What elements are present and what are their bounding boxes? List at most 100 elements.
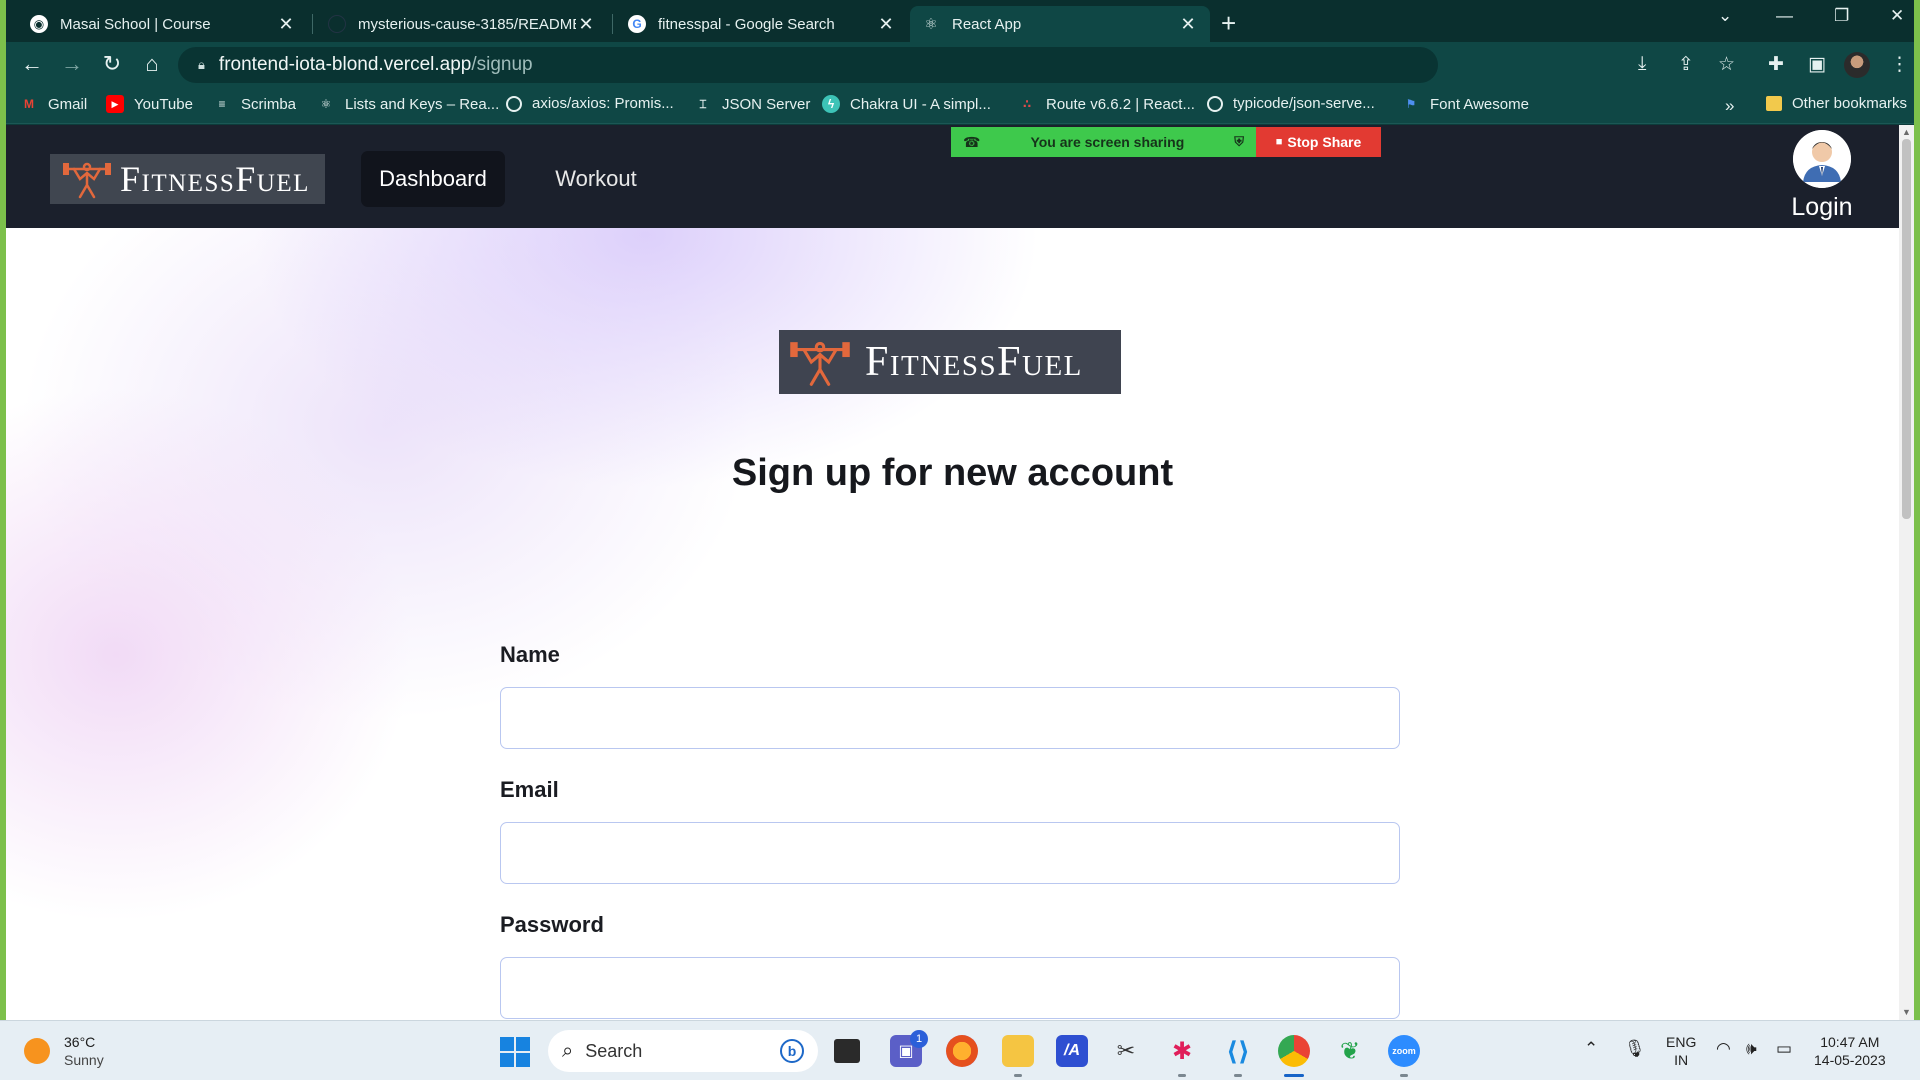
scroll-thumb[interactable] [1902,139,1911,519]
teams-notification-badge: 1 [910,1030,928,1048]
login-link[interactable]: Login [1774,193,1870,222]
writer-app-icon[interactable]: /A [1056,1035,1088,1067]
folder-icon [1766,96,1782,111]
menu-icon[interactable]: ⋮ [1890,53,1909,76]
tab-react-app[interactable]: ⚛ React App ✕ [910,6,1210,42]
restore-button[interactable]: ❐ [1834,6,1849,26]
weightlifter-icon [790,341,850,386]
tab-bar: ◉ Masai School | Course ✕ mysterious-cau… [6,0,1914,42]
start-button[interactable] [500,1037,530,1067]
bookmark-react-router[interactable]: ∴ Route v6.6.2 | React... [1018,95,1195,113]
zoom-icon[interactable]: zoom [1388,1035,1420,1067]
browser-window: ◉ Masai School | Course ✕ mysterious-cau… [6,0,1914,1020]
password-field[interactable] [500,957,1400,1019]
firefox-icon[interactable] [946,1035,978,1067]
reload-icon[interactable]: ↻ [98,51,126,77]
microphone-icon[interactable]: 🎙︎ [1624,1039,1646,1059]
profile-avatar[interactable] [1844,52,1870,78]
page-viewport: FitnessFuel Dashboard Workout ☎ You are … [6,125,1899,1020]
close-window-button[interactable]: ✕ [1890,6,1904,26]
stop-icon: ■ [1275,136,1283,148]
masai-icon: ◉ [30,15,48,33]
bookmark-scrimba[interactable]: ≡ Scrimba [213,95,296,113]
sun-icon [24,1038,50,1064]
minimize-button[interactable]: — [1776,6,1793,26]
tab-readme[interactable]: mysterious-cause-3185/README.md ✕ [316,6,608,42]
close-icon[interactable]: ✕ [276,14,296,35]
name-field[interactable] [500,687,1400,749]
mongodb-icon[interactable]: ❦ [1334,1035,1366,1067]
extensions-icon[interactable]: ✚ [1768,53,1784,76]
google-icon: G [628,15,646,33]
gmail-icon: M [24,97,34,111]
weather-widget[interactable]: 36°C Sunny [24,1033,104,1069]
bookmark-axios[interactable]: axios/axios: Promis... [506,95,674,112]
screen-share-status: ☎ You are screen sharing ⛨ [951,127,1256,157]
tab-google-search[interactable]: G fitnesspal - Google Search ✕ [616,6,908,42]
phone-icon: ☎ [963,133,981,150]
scroll-up-icon[interactable]: ▲ [1902,127,1911,137]
other-bookmarks[interactable]: Other bookmarks [1766,95,1907,112]
bing-icon[interactable]: b [780,1039,804,1063]
bookmark-youtube[interactable]: ▶ YouTube [106,95,193,113]
back-icon[interactable]: ← [18,51,46,77]
taskbar-search[interactable]: ⌕ Search b [548,1030,818,1072]
lock-icon[interactable]: 🔒︎ [198,57,205,73]
shield-icon: ⛨ [1234,134,1244,149]
forward-icon[interactable]: → [58,51,86,77]
bookmark-lists-and-keys[interactable]: ⚛ Lists and Keys – Rea... [317,95,500,113]
stop-share-button[interactable]: ■ Stop Share [1256,127,1381,157]
site-logo[interactable]: FitnessFuel [50,154,325,204]
weather-condition: Sunny [64,1052,104,1068]
email-field[interactable] [500,822,1400,884]
bookmark-gmail[interactable]: M Gmail [20,95,87,113]
nav-dashboard-button[interactable]: Dashboard [361,151,505,207]
site-navbar: FitnessFuel Dashboard Workout ☎ You are … [6,125,1899,228]
email-label: Email [500,777,559,802]
wifi-icon[interactable]: ◠ [1716,1039,1731,1059]
system-clock[interactable]: 10:47 AM 14-05-2023 [1814,1033,1886,1069]
signup-logo: FitnessFuel [779,330,1121,394]
nav-workout-link[interactable]: Workout [531,151,661,207]
close-icon[interactable]: ✕ [876,14,896,35]
bookmark-chakra-ui[interactable]: ϟ Chakra UI - A simpl... [822,95,991,113]
password-label: Password [500,912,604,937]
vscode-icon[interactable]: ⟨⟩ [1222,1035,1254,1067]
task-view-icon[interactable] [834,1039,860,1063]
tab-masai[interactable]: ◉ Masai School | Course ✕ [18,6,308,42]
bookmark-star-icon[interactable]: ☆ [1718,53,1735,76]
bookmark-json-server-repo[interactable]: typicode/json-serve... [1207,95,1375,112]
json-server-icon: ⌶ [699,96,707,111]
chrome-icon[interactable] [1278,1035,1310,1067]
volume-icon[interactable]: 🕪︎ [1746,1039,1757,1059]
user-avatar-icon [1793,130,1851,188]
home-icon[interactable]: ⌂ [138,51,166,77]
scroll-down-icon[interactable]: ▼ [1902,1007,1911,1017]
scrimba-icon: ≡ [218,97,226,111]
snipping-tool-icon[interactable]: ✂ [1110,1035,1142,1067]
user-avatar[interactable] [1793,130,1851,188]
battery-icon[interactable]: ▭ [1776,1039,1792,1059]
address-bar[interactable]: 🔒︎ frontend-iota-blond.vercel.app/signup [178,47,1438,83]
page-scrollbar[interactable]: ▲ ▼ [1899,125,1914,1020]
bookmarks-bar: M Gmail ▶ YouTube ≡ Scrimba ⚛ Lists and … [6,88,1914,124]
tab-search-icon[interactable]: ⌄ [1718,6,1732,26]
github-icon [1207,95,1223,112]
screen-share-bar: ☎ You are screen sharing ⛨ ■ Stop Share [951,127,1381,157]
show-hidden-icons-icon[interactable]: ⌃ [1584,1039,1598,1059]
more-bookmarks-icon[interactable]: » [1725,96,1734,116]
input-language[interactable]: ENG IN [1666,1033,1696,1069]
new-tab-button[interactable]: + [1221,8,1236,39]
bookmark-json-server[interactable]: ⌶ JSON Server [694,95,810,113]
side-panel-icon[interactable]: ▣ [1808,53,1826,76]
close-icon[interactable]: ✕ [576,14,596,35]
bookmark-font-awesome[interactable]: ⚑ Font Awesome [1402,95,1529,113]
weather-temp: 36°C [64,1034,96,1050]
share-icon[interactable]: ⇪ [1678,53,1694,76]
slack-icon[interactable]: ✱ [1166,1035,1198,1067]
close-icon[interactable]: ✕ [1178,14,1198,35]
chrome-active-indicator [1284,1074,1304,1077]
address-toolbar: ← → ↻ ⌂ 🔒︎ frontend-iota-blond.vercel.ap… [6,42,1914,88]
install-icon[interactable]: ⤓ [1638,53,1646,75]
file-explorer-icon[interactable] [1002,1035,1034,1067]
